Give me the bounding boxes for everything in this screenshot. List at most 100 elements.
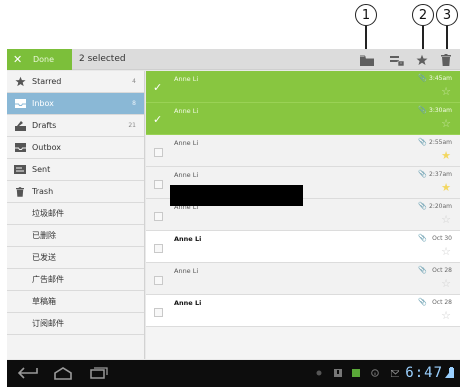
selection-count: 2 selected: [79, 54, 126, 64]
message-time: 2:55am: [429, 139, 452, 146]
labels-icon: [390, 55, 404, 66]
done-label: Done: [33, 55, 55, 64]
message-sender: Anne Li: [174, 235, 202, 243]
sidebar-item-outbox[interactable]: Outbox: [7, 137, 144, 159]
star-toggle-icon[interactable]: ☆: [441, 309, 451, 322]
message-row[interactable]: Anne Li 📎 2:55am ★: [146, 135, 460, 167]
sidebar-item-label: Starred: [32, 77, 62, 86]
sidebar-item-drafts[interactable]: Drafts 21: [7, 115, 144, 137]
message-time: Oct 30: [432, 235, 452, 242]
star-toggle-icon[interactable]: ☆: [441, 277, 451, 290]
message-row[interactable]: Anne Li 📎 Oct 28 ☆: [146, 295, 460, 327]
back-button[interactable]: [17, 366, 39, 380]
sidebar-item-count: 8: [132, 100, 136, 107]
tablet-screen: ✕ Done 2 selected Starred 4 Inbox 8 Draf…: [7, 49, 460, 387]
message-row[interactable]: Anne Li 📎 Oct 30 ☆: [146, 231, 460, 263]
tablet-email-screen: 1 2 3 ✕ Done 2 selected Starred 4 Inbox …: [0, 0, 467, 387]
sidebar-item-drafts-cn[interactable]: 草稿箱: [7, 291, 144, 313]
star-icon: [13, 76, 27, 88]
sidebar-item-deleted[interactable]: 已删除: [7, 225, 144, 247]
star-toggle-icon[interactable]: ★: [441, 149, 451, 162]
callouts: 1 2 3: [0, 0, 467, 56]
sidebar-item-sent-cn[interactable]: 已发送: [7, 247, 144, 269]
attachment-icon: 📎: [418, 266, 427, 274]
message-checkbox[interactable]: [154, 276, 163, 285]
home-icon: [54, 366, 72, 380]
action-bar: ✕ Done 2 selected: [7, 49, 460, 70]
folder-sidebar: Starred 4 Inbox 8 Drafts 21 Outbox Sent: [7, 71, 145, 359]
message-checkbox[interactable]: [154, 308, 163, 317]
message-sender: Anne Li: [174, 107, 199, 115]
star-toggle-icon[interactable]: ☆: [441, 213, 451, 226]
sidebar-item-starred[interactable]: Starred 4: [7, 71, 144, 93]
attachment-icon: 📎: [418, 106, 427, 114]
sidebar-item-inbox[interactable]: Inbox 8: [7, 93, 144, 115]
message-row[interactable]: Anne Li 📎 Oct 28 ☆: [146, 263, 460, 295]
folder-icon: [360, 55, 374, 66]
checkmark-icon: ✓: [153, 113, 163, 126]
sidebar-item-count: 21: [128, 122, 136, 129]
download-icon: [334, 369, 342, 377]
sidebar-item-label: Drafts: [32, 121, 57, 130]
home-button[interactable]: [53, 366, 73, 380]
message-sender: Anne Li: [174, 75, 199, 83]
callout-3: 3: [436, 4, 458, 26]
sidebar-item-spam[interactable]: 垃圾邮件: [7, 203, 144, 225]
callout-2: 2: [412, 4, 434, 26]
message-time: 2:20am: [429, 203, 452, 210]
message-checkbox[interactable]: [154, 148, 163, 157]
message-list: ✓ Anne Li 📎 3:45am ☆ ✓ Anne Li 📎 3:30am …: [146, 71, 460, 359]
redaction-block: [170, 185, 303, 206]
message-checkbox[interactable]: [154, 244, 163, 253]
info-icon: [371, 369, 379, 377]
sidebar-item-trash[interactable]: Trash: [7, 181, 144, 203]
attachment-icon: 📎: [418, 74, 427, 82]
message-time: Oct 28: [432, 267, 452, 274]
message-row[interactable]: ✓ Anne Li 📎 3:45am ☆: [146, 71, 460, 103]
sidebar-item-label: Inbox: [32, 99, 54, 108]
inbox-icon: [13, 98, 27, 110]
trash-icon: [441, 54, 451, 66]
callout-1: 1: [355, 4, 377, 26]
message-row[interactable]: Anne Li 📎 2:37am ★: [146, 167, 460, 206]
recent-apps-icon: [90, 367, 108, 379]
outbox-icon: [13, 142, 27, 154]
sent-icon: [13, 164, 27, 176]
done-button[interactable]: ✕ Done: [7, 49, 72, 70]
sidebar-item-label: 广告邮件: [32, 275, 64, 284]
add-star-button[interactable]: [414, 52, 430, 68]
sidebar-item-sent[interactable]: Sent: [7, 159, 144, 181]
star-toggle-icon[interactable]: ☆: [441, 85, 451, 98]
image-icon: [352, 369, 360, 377]
battery-icon: [449, 367, 454, 378]
message-checkbox[interactable]: [154, 180, 163, 189]
back-icon: [17, 367, 38, 379]
status-clock: 6:47: [405, 365, 443, 381]
message-time: Oct 28: [432, 299, 452, 306]
message-sender: Anne Li: [174, 299, 202, 307]
sidebar-item-label: 垃圾邮件: [32, 209, 64, 218]
checkmark-icon: ✓: [153, 81, 163, 94]
message-sender: Anne Li: [174, 139, 199, 147]
sidebar-item-count: 4: [132, 78, 136, 85]
message-row[interactable]: ✓ Anne Li 📎 3:30am ☆: [146, 103, 460, 135]
delete-button[interactable]: [438, 52, 454, 68]
move-to-folder-button[interactable]: [359, 52, 375, 68]
drafts-icon: [13, 120, 27, 132]
sidebar-item-label: 订阅邮件: [32, 319, 64, 328]
attachment-icon: 📎: [418, 298, 427, 306]
message-time: 3:45am: [429, 75, 452, 82]
system-bar: 6:47: [7, 360, 460, 387]
sidebar-item-label: Sent: [32, 165, 51, 174]
sidebar-item-label: 草稿箱: [32, 297, 56, 306]
star-toggle-icon[interactable]: ★: [441, 181, 451, 194]
message-sender: Anne Li: [174, 171, 199, 179]
star-toggle-icon[interactable]: ☆: [441, 117, 451, 130]
change-labels-button[interactable]: [389, 52, 405, 68]
sidebar-item-subscriptions[interactable]: 订阅邮件: [7, 313, 144, 335]
star-toggle-icon[interactable]: ☆: [441, 245, 451, 258]
message-checkbox[interactable]: [154, 212, 163, 221]
sidebar-item-label: Outbox: [32, 143, 61, 152]
recent-apps-button[interactable]: [90, 366, 108, 380]
sidebar-item-ads[interactable]: 广告邮件: [7, 269, 144, 291]
